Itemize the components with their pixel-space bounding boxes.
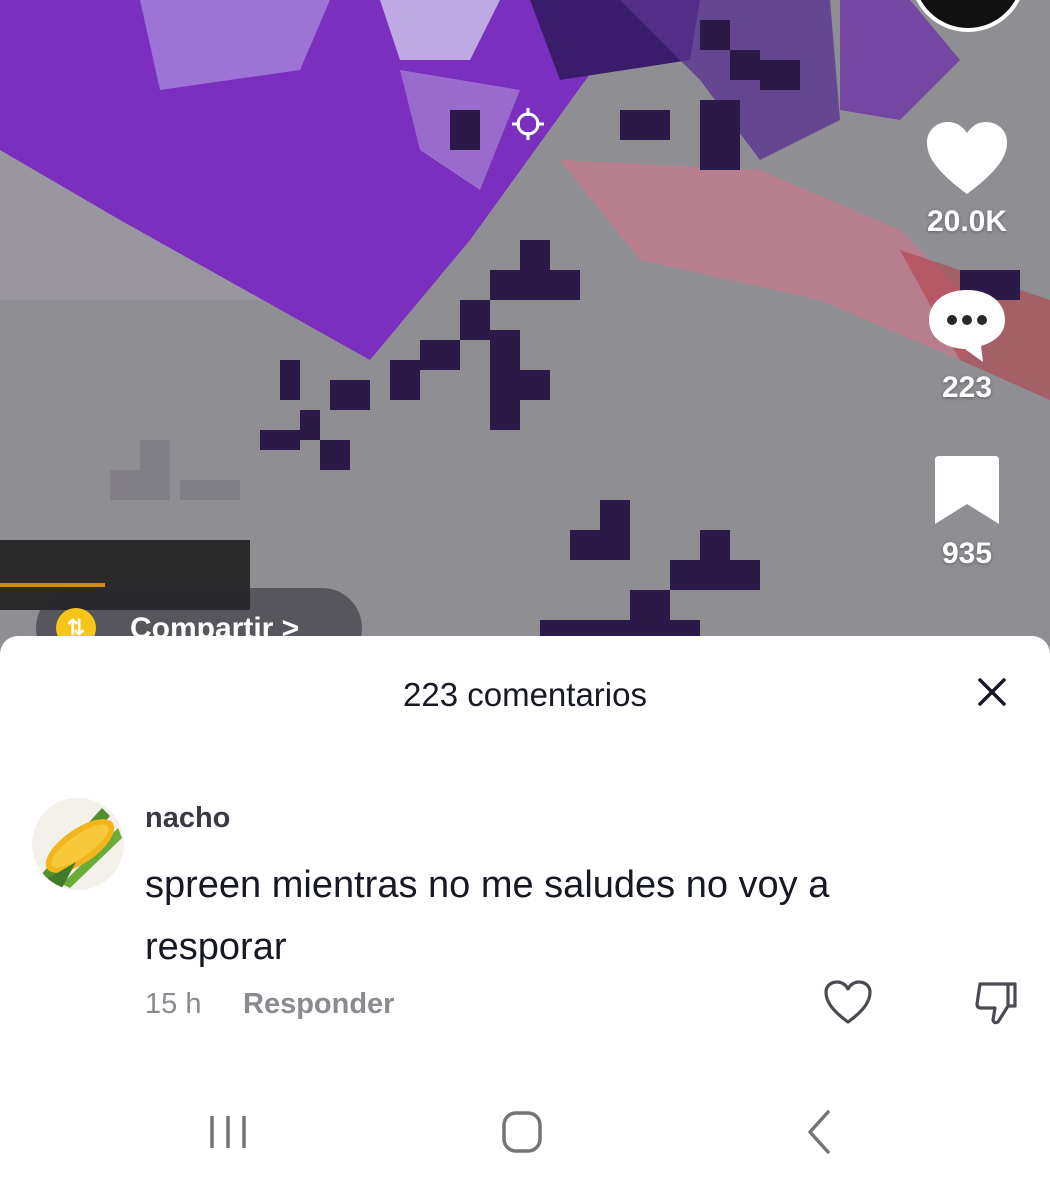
video-player[interactable]: 20.0K 223 935 ⇅ Compartir > (0, 0, 1050, 660)
close-icon[interactable] (970, 670, 1014, 714)
corn-icon (32, 798, 124, 890)
save-action[interactable]: 935 (907, 452, 1027, 571)
comment-text: spreen mientras no me saludes no voy a r… (145, 864, 830, 968)
comment-count: 223 (941, 371, 993, 404)
comment-timestamp: 15 h (145, 988, 202, 1020)
back-icon[interactable] (790, 1108, 850, 1156)
comments-title: 223 comentarios (403, 676, 647, 713)
video-frame (0, 0, 1050, 660)
heart-icon (927, 122, 1007, 194)
recents-icon[interactable] (198, 1108, 258, 1156)
comment-bubble-icon (929, 290, 1005, 362)
tiktok-screen: 20.0K 223 935 ⇅ Compartir > 223 comentar… (0, 0, 1050, 1182)
avatar[interactable] (32, 798, 124, 890)
like-action[interactable]: 20.0K (907, 120, 1027, 239)
reply-button[interactable]: Responder (243, 988, 394, 1021)
system-nav-bar (0, 1082, 1050, 1182)
thumbs-down-icon[interactable] (970, 978, 1020, 1028)
bookmark-icon (935, 456, 999, 524)
comment-action[interactable]: 223 (907, 286, 1027, 405)
heart-outline-icon[interactable] (822, 978, 874, 1026)
like-count: 20.0K (926, 205, 1008, 238)
save-count: 935 (941, 537, 993, 570)
home-icon[interactable] (492, 1108, 552, 1156)
comment-username[interactable]: nacho (145, 802, 230, 835)
